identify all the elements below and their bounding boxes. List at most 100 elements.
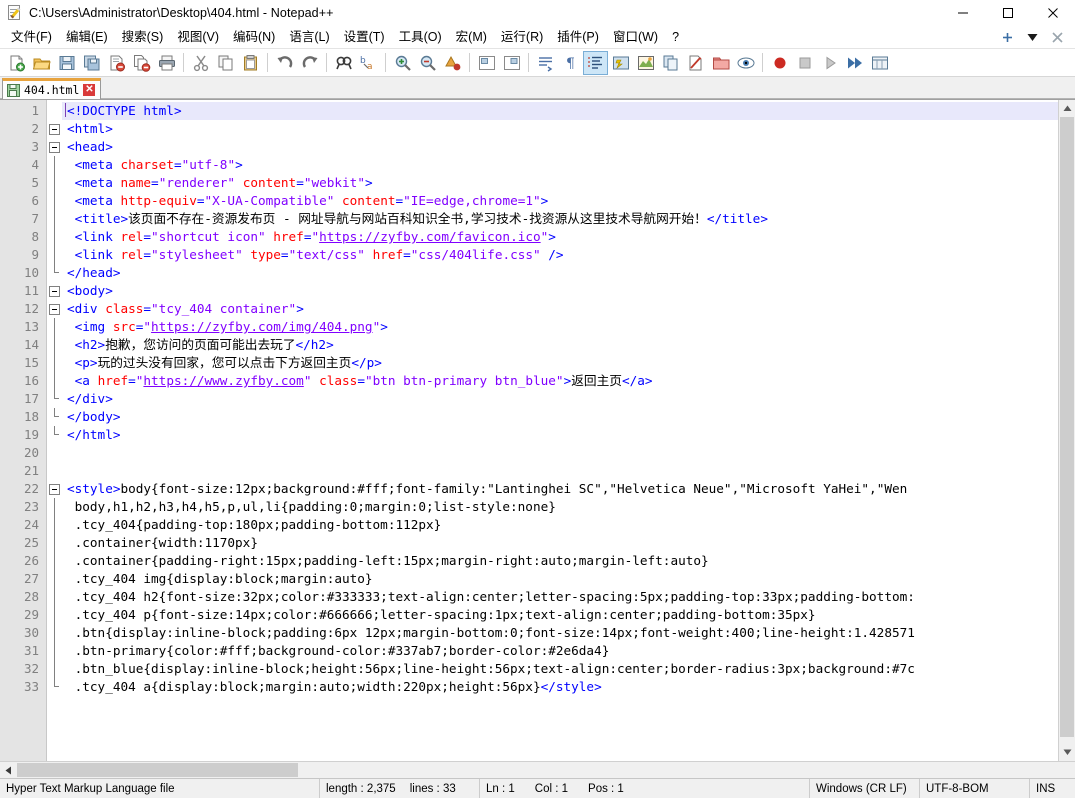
fold-marker-row[interactable]	[47, 444, 62, 462]
fold-marker-row[interactable]	[47, 156, 62, 174]
fold-marker-row[interactable]	[47, 462, 62, 480]
code-line[interactable]: .tcy_404{padding-top:180px;padding-botto…	[62, 516, 1058, 534]
show-all-chars-icon[interactable]	[499, 51, 524, 75]
menu-help[interactable]: ?	[665, 27, 686, 48]
record-macro-icon[interactable]	[767, 51, 792, 75]
code-line[interactable]: <head>	[62, 138, 1058, 156]
indent-lines-icon[interactable]	[533, 51, 558, 75]
fold-marker-row[interactable]	[47, 534, 62, 552]
save-all-icon[interactable]	[79, 51, 104, 75]
fold-marker-row[interactable]	[47, 426, 62, 444]
fold-marker-row[interactable]	[47, 480, 62, 498]
code-line[interactable]: <title>该页面不存在-资源发布页 - 网址导航与网站百科知识全书,学习技术…	[62, 210, 1058, 228]
fold-marker-row[interactable]	[47, 210, 62, 228]
editor-main[interactable]: 1 2 3 4 5 6 7 8 9 10 11 12 13 14 15 16 17 18 19 20 21 22 23 24 2…	[0, 100, 1058, 761]
user-language-icon[interactable]	[608, 51, 633, 75]
new-tab-plus-icon[interactable]	[1002, 32, 1013, 43]
menu-tools[interactable]: 工具(O)	[392, 27, 449, 48]
code-line[interactable]: .container{width:1170px}	[62, 534, 1058, 552]
code-text-area[interactable]: <!DOCTYPE html> <html> <head> <meta charse…	[62, 100, 1058, 761]
cut-icon[interactable]	[188, 51, 213, 75]
paste-icon[interactable]	[238, 51, 263, 75]
close-icon[interactable]	[1030, 0, 1075, 26]
fold-marker-row[interactable]	[47, 570, 62, 588]
minimize-icon[interactable]	[940, 0, 985, 26]
fold-marker-row[interactable]	[47, 138, 62, 156]
code-line[interactable]: <body>	[62, 282, 1058, 300]
menu-search[interactable]: 搜索(S)	[115, 27, 171, 48]
scroll-left-icon[interactable]	[0, 762, 17, 778]
redo-icon[interactable]	[297, 51, 322, 75]
doc-map-icon[interactable]	[633, 51, 658, 75]
code-line[interactable]: <div class="tcy_404 container">	[62, 300, 1058, 318]
fold-marker-row[interactable]	[47, 264, 62, 282]
fold-collapse-icon[interactable]	[49, 484, 60, 495]
vertical-scroll-track[interactable]	[1059, 117, 1075, 744]
zoom-out-icon[interactable]	[415, 51, 440, 75]
fold-marker-row[interactable]	[47, 624, 62, 642]
tab-404-html[interactable]: 404.html ✕	[2, 78, 102, 99]
vertical-scroll-thumb[interactable]	[1060, 117, 1074, 737]
menu-view[interactable]: 视图(V)	[170, 27, 226, 48]
menu-plugins[interactable]: 插件(P)	[550, 27, 606, 48]
new-file-icon[interactable]	[4, 51, 29, 75]
menu-run[interactable]: 运行(R)	[494, 27, 550, 48]
folder-workspace-icon[interactable]	[708, 51, 733, 75]
code-line[interactable]: body,h1,h2,h3,h4,h5,p,ul,li{padding:0;ma…	[62, 498, 1058, 516]
fold-collapse-icon[interactable]	[49, 142, 60, 153]
fold-margin[interactable]	[47, 100, 62, 761]
menu-language[interactable]: 语言(L)	[282, 27, 336, 48]
code-line[interactable]	[62, 462, 1058, 480]
function-list-icon[interactable]	[658, 51, 683, 75]
fold-marker-row[interactable]	[47, 246, 62, 264]
menu-encoding[interactable]: 编码(N)	[226, 27, 282, 48]
code-line[interactable]: <meta http-equiv="X-UA-Compatible" conte…	[62, 192, 1058, 210]
word-wrap-icon[interactable]	[474, 51, 499, 75]
fold-marker-row[interactable]	[47, 642, 62, 660]
monitor-eye-icon[interactable]	[733, 51, 758, 75]
fold-marker-row[interactable]	[47, 660, 62, 678]
code-line[interactable]: <meta charset="utf-8">	[62, 156, 1058, 174]
close-file-icon[interactable]	[104, 51, 129, 75]
zoom-in-icon[interactable]	[390, 51, 415, 75]
save-macro-icon[interactable]	[867, 51, 892, 75]
maximize-icon[interactable]	[985, 0, 1030, 26]
fold-marker-row[interactable]	[47, 372, 62, 390]
code-line[interactable]: </div>	[62, 390, 1058, 408]
code-line[interactable]: <link rel="stylesheet" type="text/css" h…	[62, 246, 1058, 264]
play-macro-icon[interactable]	[817, 51, 842, 75]
fold-marker-row[interactable]	[47, 588, 62, 606]
status-eol-format[interactable]: Windows (CR LF)	[810, 778, 920, 798]
fold-marker-row[interactable]	[47, 408, 62, 426]
fold-collapse-icon[interactable]	[49, 286, 60, 297]
code-line[interactable]: <p>玩的过头没有回家，您可以点击下方返回主页</p>	[62, 354, 1058, 372]
chevron-down-icon[interactable]	[1027, 33, 1038, 42]
scroll-down-icon[interactable]	[1059, 744, 1075, 761]
code-line[interactable]: <style>body{font-size:12px;background:#f…	[62, 480, 1058, 498]
close-tab-icon[interactable]	[1052, 32, 1063, 43]
code-line[interactable]: <!DOCTYPE html>	[62, 102, 1058, 120]
vertical-scrollbar[interactable]	[1058, 100, 1075, 761]
fold-marker-row[interactable]	[47, 678, 62, 696]
fold-marker-row[interactable]	[47, 498, 62, 516]
fold-marker-row[interactable]	[47, 336, 62, 354]
horizontal-scroll-track[interactable]	[17, 762, 1058, 778]
code-line[interactable]: <h2>抱歉，您访问的页面可能出去玩了</h2>	[62, 336, 1058, 354]
code-line[interactable]: <meta name="renderer" content="webkit">	[62, 174, 1058, 192]
tab-close-icon[interactable]: ✕	[83, 84, 96, 96]
fold-marker-row[interactable]	[47, 192, 62, 210]
open-file-icon[interactable]	[29, 51, 54, 75]
fold-marker-row[interactable]	[47, 282, 62, 300]
fold-marker-row[interactable]	[47, 174, 62, 192]
copy-icon[interactable]	[213, 51, 238, 75]
save-icon[interactable]	[54, 51, 79, 75]
menu-macro[interactable]: 宏(M)	[449, 27, 494, 48]
code-line[interactable]: .btn_blue{display:inline-block;height:56…	[62, 660, 1058, 678]
fold-marker-row[interactable]	[47, 120, 62, 138]
edit-mode-icon[interactable]	[683, 51, 708, 75]
code-line[interactable]: .tcy_404 h2{font-size:32px;color:#333333…	[62, 588, 1058, 606]
status-encoding[interactable]: UTF-8-BOM	[920, 778, 1030, 798]
horizontal-scrollbar[interactable]	[0, 761, 1075, 778]
code-line[interactable]: .tcy_404 img{display:block;margin:auto}	[62, 570, 1058, 588]
code-line[interactable]: <link rel="shortcut icon" href="https://…	[62, 228, 1058, 246]
